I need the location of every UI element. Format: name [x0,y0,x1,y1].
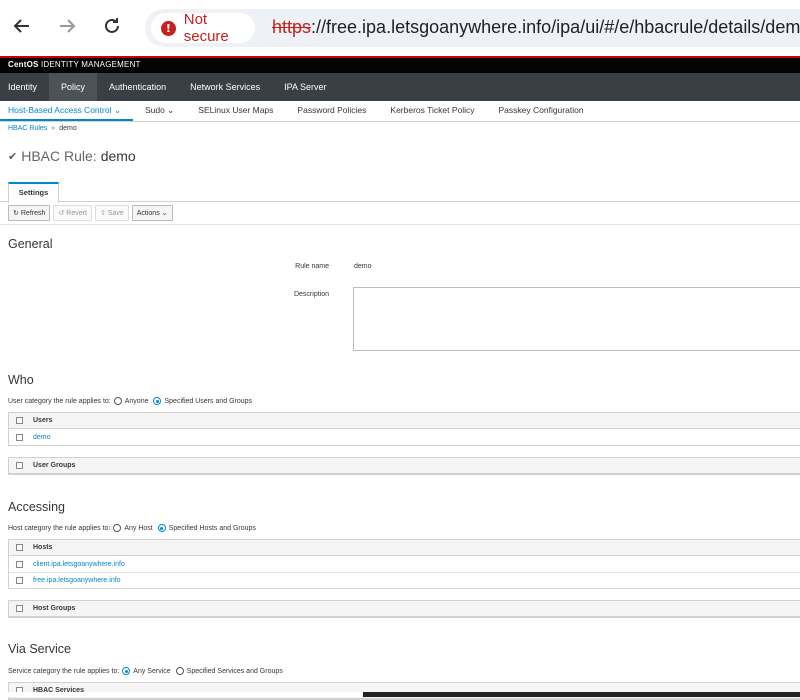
warning-icon: ! [161,20,176,36]
breadcrumb-hbac-rules[interactable]: HBAC Rules [8,125,47,132]
table-header: Host Groups [9,601,800,617]
scrollbar-track [0,692,363,697]
refresh-icon: ↻ [13,209,19,217]
radio-specified-hosts[interactable] [157,524,166,532]
service-category: Service category the rule applies to: An… [8,667,283,675]
page-title: ✔ HBAC Rule: demo [8,148,136,164]
user-category: User category the rule applies to: Anyon… [8,397,253,405]
nav-network-services[interactable]: Network Services [178,73,272,101]
subnav-hbac[interactable]: Host-Based Access Control ⌄ [0,101,133,121]
hosts-table: Hosts client.ipa.letsgoanywhere.info fre… [8,539,800,589]
row-checkbox[interactable] [16,577,23,584]
subnav-password-policies[interactable]: Password Policies [285,101,378,121]
table-header: Users [9,413,800,429]
browser-toolbar: ! Not secure https://free.ipa.letsgoanyw… [0,0,800,56]
rule-name-label: Rule name [295,263,329,270]
top-navigation: Identity Policy Authentication Network S… [0,73,800,101]
section-general: General [8,237,53,251]
upload-icon: ⇧ [99,209,106,217]
radio-specified-services[interactable] [175,667,184,675]
description-label: Description [293,291,329,298]
horizontal-scrollbar[interactable] [363,692,800,697]
url-text[interactable]: https://free.ipa.letsgoanywhere.info/ipa… [272,17,800,38]
rule-name-value: demo [354,263,372,270]
section-accessing: Accessing [8,500,65,514]
select-all-checkbox[interactable] [16,462,23,469]
checkmark-icon: ✔ [8,149,18,163]
users-table: Users demo [8,412,800,446]
section-who: Who [8,373,34,387]
subnav-passkey[interactable]: Passkey Configuration [487,101,596,121]
subnav-sudo[interactable]: Sudo ⌄ [133,101,186,121]
tab-strip: Settings [0,182,800,203]
row-checkbox[interactable] [16,560,23,568]
nav-identity[interactable]: Identity [0,73,49,101]
user-groups-table: User Groups [8,457,800,475]
actions-dropdown[interactable]: Actions ⌄ [131,205,173,221]
tab-settings[interactable]: Settings [8,182,59,203]
nav-ipa-server[interactable]: IPA Server [272,73,338,101]
host-link[interactable]: client.ipa.letsgoanywhere.info [33,561,125,568]
details-toolbar: ↻ Refresh ↺ Revert ⇧ Save Actions ⌄ [8,205,173,221]
brand-bar: CentOS IDENTITY MANAGEMENT [0,56,800,73]
row-checkbox[interactable] [16,433,23,441]
rule-title-name: demo [100,148,136,164]
host-link[interactable]: free.ipa.letsgoanywhere.info [33,577,121,584]
toolbar-divider [0,224,800,225]
table-row: free.ipa.letsgoanywhere.info [9,572,800,588]
user-link[interactable]: demo [33,434,51,441]
nav-policy[interactable]: Policy [49,73,98,101]
radio-anyone[interactable] [113,397,122,405]
services-table: HBAC Services [8,682,800,700]
subnav-kerberos[interactable]: Kerberos Ticket Policy [378,101,486,121]
radio-any-host[interactable] [113,524,122,532]
refresh-button[interactable]: ↻ Refresh [8,205,51,221]
forward-arrow-icon[interactable] [55,14,79,38]
nav-authentication[interactable]: Authentication [97,73,178,101]
select-all-checkbox[interactable] [16,417,23,424]
radio-specified-users[interactable] [153,397,162,405]
select-all-checkbox[interactable] [16,544,23,551]
revert-button[interactable]: ↺ Revert [53,205,92,221]
security-chip[interactable]: ! Not secure [151,11,255,45]
table-header: User Groups [9,458,800,474]
save-button[interactable]: ⇧ Save [94,205,129,221]
sub-navigation: Host-Based Access Control ⌄ Sudo ⌄ SELin… [0,101,800,122]
description-textarea[interactable] [353,287,800,351]
host-category: Host category the rule applies to: Any H… [8,524,256,532]
radio-any-service[interactable] [122,667,131,675]
reload-icon[interactable] [100,14,124,38]
undo-icon: ↺ [58,209,65,217]
subnav-selinux[interactable]: SELinux User Maps [186,101,285,121]
breadcrumb: HBAC Rules» demo [8,125,77,132]
back-arrow-icon[interactable] [10,14,34,38]
breadcrumb-current: demo [59,125,77,132]
table-row: demo [9,429,800,445]
address-bar[interactable]: ! Not secure https://free.ipa.letsgoanyw… [145,9,800,47]
brand-logo: CentOS IDENTITY MANAGEMENT [8,60,141,69]
security-label: Not secure [183,11,229,45]
table-row: client.ipa.letsgoanywhere.info [9,556,800,572]
section-via-service: Via Service [8,642,71,656]
host-groups-table: Host Groups [8,600,800,618]
table-header: Hosts [9,540,800,556]
select-all-checkbox[interactable] [16,605,23,612]
